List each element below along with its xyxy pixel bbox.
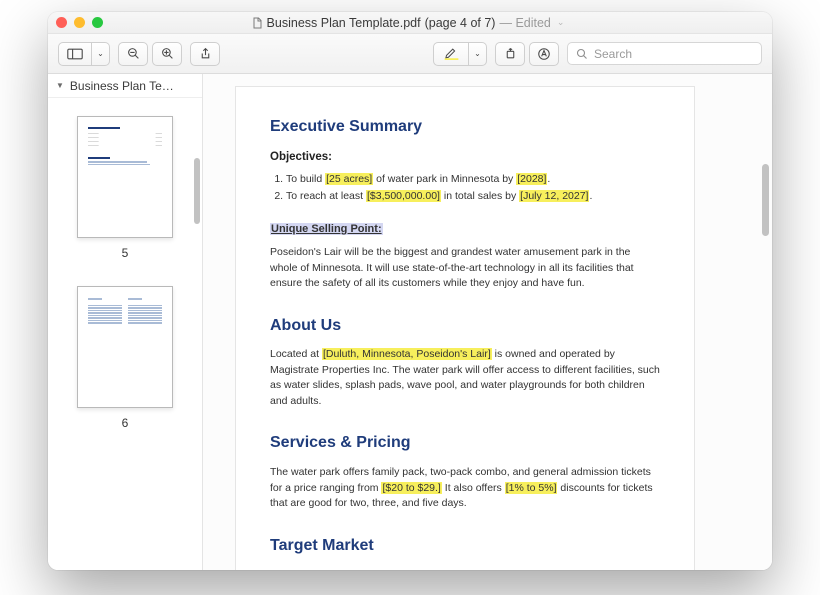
sidebar-title: Business Plan Te… <box>70 79 174 93</box>
highlight-button[interactable] <box>433 42 469 66</box>
window-title-page: (page 4 of 7) <box>425 16 496 30</box>
minimize-window-button[interactable] <box>74 17 85 28</box>
view-dropdown-button[interactable]: ⌄ <box>92 42 110 66</box>
objectives-list: To build [25 acres] of water park in Min… <box>270 172 660 205</box>
title-center: Business Plan Template.pdf (page 4 of 7)… <box>103 16 712 30</box>
share-button[interactable] <box>190 42 220 66</box>
disclosure-triangle-icon[interactable]: ▼ <box>56 81 64 90</box>
sidebar-header[interactable]: ▼ Business Plan Te… <box>48 74 202 98</box>
window-body: ▼ Business Plan Te… ──────── ──────── ──… <box>48 74 772 570</box>
rotate-button[interactable] <box>495 42 525 66</box>
zoom-window-button[interactable] <box>92 17 103 28</box>
rotate-icon <box>504 47 517 60</box>
heading-services: Services & Pricing <box>270 431 660 455</box>
highlight-span[interactable]: [$3,500,000.00] <box>366 190 441 202</box>
markup-group <box>495 42 559 66</box>
search-icon <box>576 48 588 60</box>
window-controls <box>56 17 103 28</box>
markup-button[interactable] <box>529 42 559 66</box>
chevron-down-icon: ⌄ <box>97 49 104 58</box>
document-icon <box>251 17 263 29</box>
chevron-down-icon: ⌄ <box>474 49 481 58</box>
heading-target-market: Target Market <box>270 534 660 558</box>
markup-icon <box>537 47 551 61</box>
thumbnail-label-5: 5 <box>64 246 186 260</box>
pdf-page: Executive Summary Objectives: To build [… <box>235 86 695 570</box>
chevron-down-icon[interactable]: ⌄ <box>557 17 565 28</box>
thumbnail-sidebar: ▼ Business Plan Te… ──────── ──────── ──… <box>48 74 203 570</box>
heading-exec-summary: Executive Summary <box>270 115 660 139</box>
about-paragraph: Located at [Duluth, Minnesota, Poseidon'… <box>270 347 660 409</box>
sidebar-scrollbar-thumb[interactable] <box>194 158 200 224</box>
highlight-dropdown-button[interactable]: ⌄ <box>469 42 487 66</box>
objective-2: To reach at least [$3,500,000.00] in tot… <box>286 189 660 205</box>
highlight-span[interactable]: [July 12, 2027] <box>519 190 589 202</box>
usp-paragraph: Poseidon's Lair will be the biggest and … <box>270 245 660 292</box>
highlight-span[interactable]: [$20 to $29.] <box>381 482 441 494</box>
view-segment: ⌄ <box>58 42 110 66</box>
sidebar-toggle-button[interactable] <box>58 42 92 66</box>
close-window-button[interactable] <box>56 17 67 28</box>
objective-1: To build [25 acres] of water park in Min… <box>286 172 660 188</box>
search-placeholder: Search <box>594 47 632 61</box>
sidebar-toggle-icon <box>67 48 83 60</box>
highlight-segment: ⌄ <box>433 42 487 66</box>
thumbnail-list[interactable]: ──────── ──────── ──────── ──────── 5 <box>48 98 202 570</box>
highlight-icon <box>444 47 459 60</box>
heading-about: About Us <box>270 314 660 338</box>
highlight-span[interactable]: [25 acres] <box>325 173 373 185</box>
thumbnail-page-6[interactable] <box>77 286 173 408</box>
thumbnail-label-6: 6 <box>64 416 186 430</box>
zoom-group <box>118 42 182 66</box>
edited-indicator[interactable]: — Edited <box>499 16 550 30</box>
thumbnail-page-5[interactable]: ──────── ──────── ──────── ──────── <box>77 116 173 238</box>
highlight-span[interactable]: [1% to 5%] <box>505 482 558 494</box>
titlebar[interactable]: Business Plan Template.pdf (page 4 of 7)… <box>48 12 772 34</box>
zoom-out-button[interactable] <box>118 42 148 66</box>
search-input[interactable]: Search <box>567 42 762 65</box>
highlight-span[interactable]: [2028] <box>516 173 547 185</box>
services-paragraph: The water park offers family pack, two-p… <box>270 465 660 512</box>
zoom-in-button[interactable] <box>152 42 182 66</box>
usp-label: Unique Selling Point: <box>270 223 383 235</box>
toolbar: ⌄ ⌄ <box>48 34 772 74</box>
zoom-out-icon <box>127 47 140 60</box>
objectives-label: Objectives: <box>270 149 660 166</box>
preview-window: Business Plan Template.pdf (page 4 of 7)… <box>48 12 772 570</box>
page-viewport[interactable]: Executive Summary Objectives: To build [… <box>203 74 772 570</box>
window-title: Business Plan Template.pdf <box>267 16 421 30</box>
highlight-span[interactable]: [Duluth, Minnesota, Poseidon's Lair] <box>322 348 492 360</box>
share-icon <box>199 47 212 60</box>
main-scrollbar-thumb[interactable] <box>762 164 769 236</box>
zoom-in-icon <box>161 47 174 60</box>
